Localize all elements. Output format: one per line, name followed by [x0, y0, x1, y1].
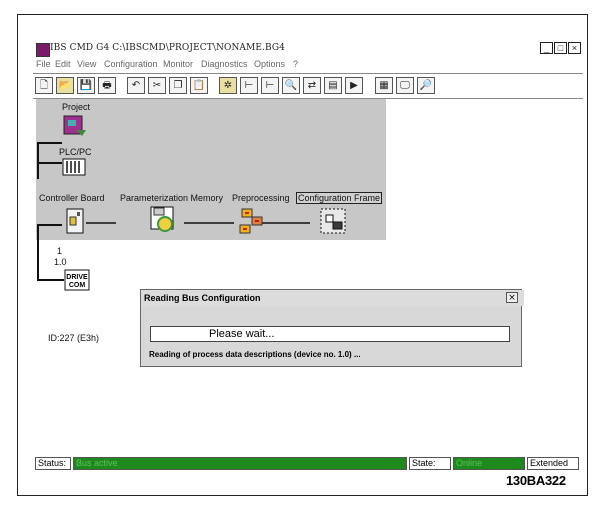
param-memory-icon[interactable] — [149, 205, 179, 235]
status-bar: Status: Bus active State: Online Extende… — [33, 455, 583, 471]
plcpc-label: PLC/PC — [59, 147, 92, 157]
menu-diagnostics[interactable]: Diagnostics — [201, 59, 248, 69]
cut-icon[interactable]: ✂ — [148, 77, 166, 94]
progress-field: Please wait... — [150, 326, 510, 342]
svg-text:DRIVE: DRIVE — [66, 274, 88, 281]
menu-edit[interactable]: Edit — [55, 59, 71, 69]
preprocessing-label: Preprocessing — [232, 193, 290, 203]
add-device-icon[interactable]: ▤ — [324, 77, 342, 94]
menu-help[interactable]: ? — [293, 59, 298, 69]
toolbar: 🗋 📂 💾 🖶 ↶ ✂ ❐ 📋 ✲ ⊢ ⊢ 🔍 ⇄ ▤ ▶ ▦ 🖵 🔎 — [33, 73, 583, 99]
bus-topology-canvas: Project PLC/PC Controller Board Paramete… — [36, 99, 581, 447]
diagnostics-icon[interactable]: ▦ — [375, 77, 393, 94]
find-icon[interactable]: 🔍 — [282, 77, 300, 94]
dialog-title: Reading Bus Configuration — [141, 290, 524, 306]
insert-after-icon[interactable]: ⊢ — [240, 77, 258, 94]
bus-config-icon[interactable]: ⇄ — [303, 77, 321, 94]
menu-configuration[interactable]: Configuration — [104, 59, 158, 69]
copy-icon[interactable]: ❐ — [169, 77, 187, 94]
app-window: IBS CMD G4 C:\IBSCMD\PROJECT\NONAME.BG4 … — [33, 41, 583, 475]
app-icon — [36, 43, 50, 57]
window-title: IBS CMD G4 C:\IBSCMD\PROJECT\NONAME.BG4 — [50, 43, 285, 53]
insert-below-icon[interactable]: ⊢ — [261, 77, 279, 94]
dialog-close-button[interactable]: × — [506, 292, 518, 303]
menu-monitor[interactable]: Monitor — [163, 59, 193, 69]
maximize-button[interactable]: □ — [554, 42, 567, 54]
param-memory-label: Parameterization Memory — [120, 193, 224, 203]
state-value: Online — [453, 457, 525, 470]
title-bar: IBS CMD G4 C:\IBSCMD\PROJECT\NONAME.BG4 … — [33, 41, 583, 57]
monitor-icon[interactable]: 🖵 — [396, 77, 414, 94]
minimize-button[interactable]: _ — [540, 42, 553, 54]
reading-bus-config-dialog: Reading Bus Configuration × Please wait.… — [140, 289, 524, 367]
drive-com-icon[interactable]: DRIVE COM — [64, 269, 90, 291]
progress-text: Please wait... — [209, 328, 275, 340]
compare-icon[interactable]: ▶ — [345, 77, 363, 94]
plc-icon[interactable] — [62, 157, 86, 177]
settings-icon[interactable]: ✲ — [219, 77, 237, 94]
menu-view[interactable]: View — [77, 59, 96, 69]
close-button[interactable]: × — [568, 42, 581, 54]
topology-connectors — [37, 142, 310, 281]
state-label: State: — [409, 457, 451, 470]
controller-board-icon[interactable] — [64, 207, 86, 235]
status-value: Bus active — [73, 457, 407, 470]
print-icon[interactable]: 🖶 — [98, 77, 116, 94]
menu-file[interactable]: File — [36, 59, 51, 69]
open-icon[interactable]: 📂 — [56, 77, 74, 94]
segment-label: 1 — [57, 246, 63, 256]
device-number-label: 1.0 — [54, 257, 67, 267]
project-label: Project — [62, 102, 91, 112]
paste-icon[interactable]: 📋 — [190, 77, 208, 94]
mode-indicator: Extended — [527, 457, 579, 470]
undo-icon[interactable]: ↶ — [127, 77, 145, 94]
device-id-label: ID:227 (E3h) — [48, 333, 100, 343]
dialog-message: Reading of process data descriptions (de… — [149, 350, 361, 359]
status-label: Status: — [35, 457, 71, 470]
project-icon[interactable] — [62, 114, 88, 138]
controller-board-label: Controller Board — [39, 193, 105, 203]
config-frame-label[interactable]: Configuration Frame — [296, 192, 383, 204]
menu-options[interactable]: Options — [254, 59, 285, 69]
save-icon[interactable]: 💾 — [77, 77, 95, 94]
search-device-icon[interactable]: 🔎 — [417, 77, 435, 94]
figure-reference: 130BA322 — [506, 473, 566, 488]
new-icon[interactable]: 🗋 — [35, 77, 53, 94]
config-frame-icon[interactable] — [318, 207, 348, 235]
svg-text:COM: COM — [69, 282, 86, 289]
menu-bar: File Edit View Configuration Monitor Dia… — [33, 58, 583, 72]
preprocessing-icon[interactable] — [236, 207, 266, 237]
